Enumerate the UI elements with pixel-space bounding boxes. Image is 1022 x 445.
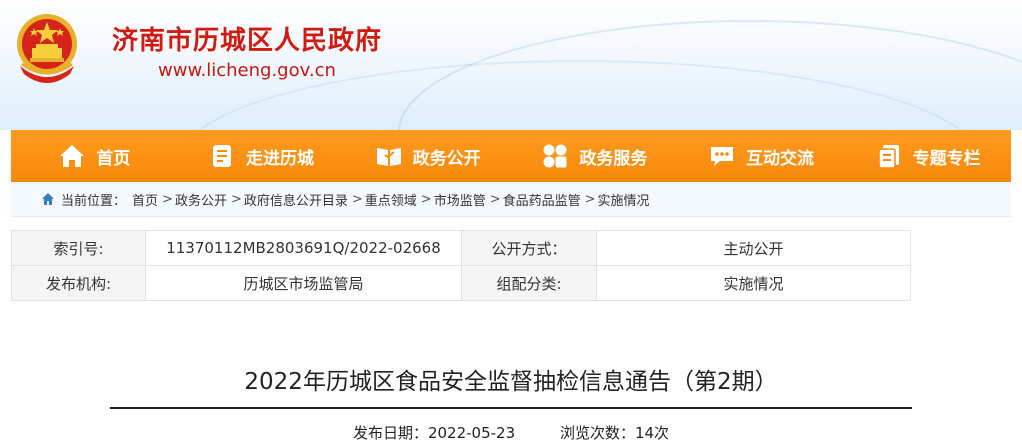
disclosure-method-label: 公开方式：	[461, 230, 597, 266]
disclosure-method-value: 主动公开	[596, 230, 911, 266]
location-home-icon	[42, 193, 54, 205]
breadcrumb-separator: >	[584, 191, 596, 207]
category-label: 组配分类:	[461, 265, 597, 301]
chat-bubble-icon	[711, 147, 734, 166]
article-meta: 发布日期：2022-05-23 浏览次数：14次	[0, 422, 1022, 443]
table-row: 发布机构: 历城区市场监管局 组配分类: 实施情况	[11, 265, 911, 301]
info-table: 索引号: 11370112MB2803691Q/2022-02668 公开方式：…	[11, 230, 911, 301]
home-icon	[60, 145, 85, 167]
main-nav: 首页 走进历城 政务公开 政务服务 互动交流 专题专栏	[11, 130, 1011, 182]
nav-about[interactable]: 走进历城	[178, 130, 345, 182]
breadcrumb-item-home[interactable]: 首页	[132, 190, 158, 209]
article-title: 2022年历城区食品安全监督抽检信息通告（第2期）	[244, 369, 778, 395]
breadcrumb-separator: >	[351, 191, 363, 207]
site-title[interactable]: 济南市历城区人民政府	[112, 20, 382, 57]
breadcrumb-item-gov-affairs[interactable]: 政务公开	[175, 190, 227, 209]
nav-label: 政务服务	[579, 148, 648, 169]
publisher-label: 发布机构:	[11, 265, 146, 301]
open-book-icon	[376, 148, 401, 166]
breadcrumb-separator: >	[230, 191, 242, 207]
breadcrumb-separator: >	[162, 191, 173, 207]
services-grid-icon	[543, 144, 567, 168]
publish-date: 发布日期：2022-05-23	[352, 424, 516, 442]
title-divider	[110, 407, 912, 409]
view-count: 浏览次数：14次	[559, 424, 670, 442]
nav-label: 走进历城	[246, 148, 314, 169]
site-url[interactable]: www.licheng.gov.cn	[158, 60, 336, 81]
national-emblem-icon[interactable]	[12, 8, 82, 88]
nav-label: 首页	[96, 148, 131, 169]
breadcrumb-item-key-areas[interactable]: 重点领域	[365, 190, 417, 209]
breadcrumb-item-market-supervision[interactable]: 市场监管	[434, 190, 486, 209]
table-row: 索引号: 11370112MB2803691Q/2022-02668 公开方式：…	[11, 230, 911, 266]
publisher-value: 历城区市场监管局	[145, 265, 462, 301]
breadcrumb: 当前位置： 首页 > 政务公开 > 政府信息公开目录 > 重点领域 > 市场监管…	[11, 182, 1011, 217]
category-value: 实施情况	[596, 265, 911, 301]
index-number-value: 11370112MB2803691Q/2022-02668	[145, 230, 462, 266]
breadcrumb-prefix: 当前位置：	[61, 193, 127, 209]
breadcrumb-separator: >	[489, 191, 501, 207]
nav-label: 互动交流	[746, 148, 815, 169]
nav-gov-affairs[interactable]: 政务公开	[344, 130, 511, 182]
nav-interaction[interactable]: 互动交流	[678, 130, 845, 182]
index-number-label: 索引号:	[11, 230, 146, 266]
site-header: 济南市历城区人民政府 www.licheng.gov.cn	[0, 0, 1022, 130]
breadcrumb-separator: >	[420, 191, 432, 207]
nav-services[interactable]: 政务服务	[511, 130, 678, 182]
nav-label: 政务公开	[412, 148, 481, 169]
breadcrumb-item-catalog[interactable]: 政府信息公开目录	[244, 190, 348, 209]
nav-label: 专题专栏	[912, 148, 981, 169]
topics-icon	[877, 145, 899, 169]
breadcrumb-item-food-drug[interactable]: 食品药品监管	[503, 190, 581, 209]
document-icon	[213, 145, 231, 167]
nav-topics[interactable]: 专题专栏	[844, 130, 1011, 182]
nav-home[interactable]: 首页	[11, 130, 178, 182]
breadcrumb-item-implementation[interactable]: 实施情况	[598, 190, 650, 209]
